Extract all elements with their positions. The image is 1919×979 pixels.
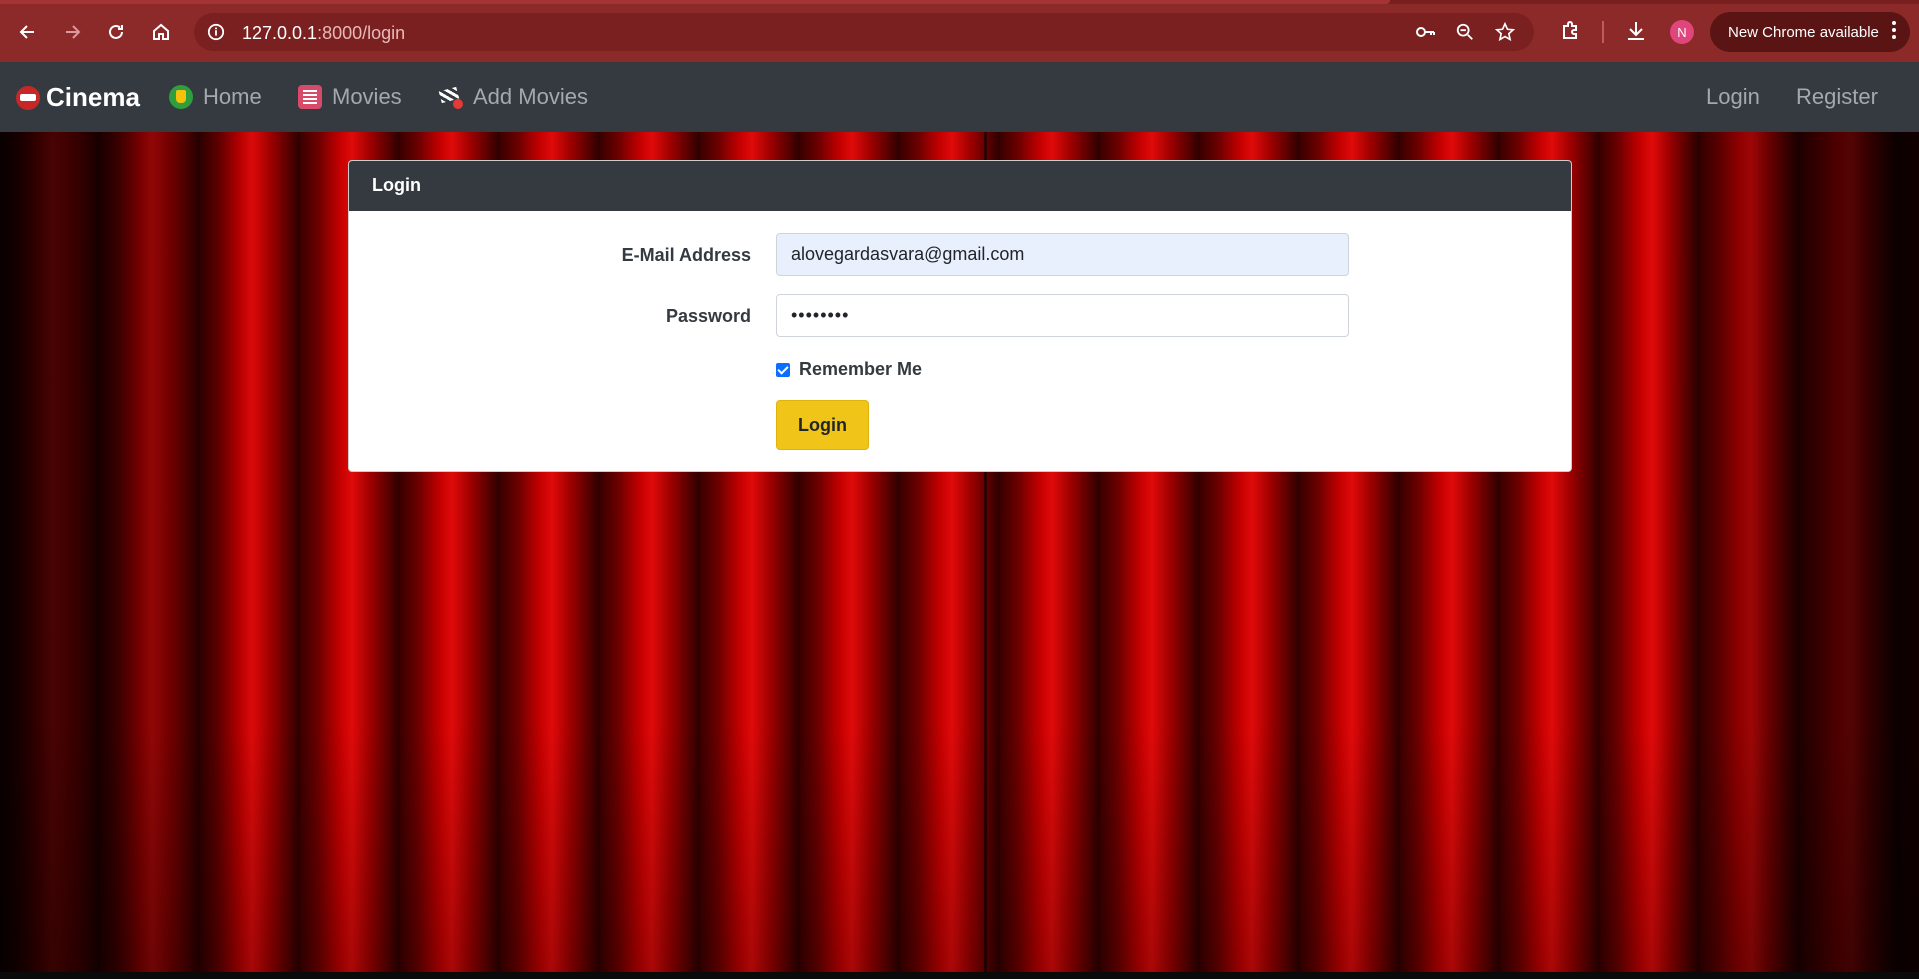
nav-add-movies-link[interactable]: Add Movies	[439, 84, 588, 110]
login-card: Login E-Mail Address alovegardasvara@gma…	[348, 160, 1572, 472]
bookmark-star-icon[interactable]	[1494, 21, 1516, 43]
url-host: 127.0.0.1	[242, 23, 318, 43]
download-icon[interactable]	[1623, 18, 1649, 44]
remember-me-row[interactable]: Remember Me	[776, 359, 922, 380]
extensions-icon[interactable]	[1558, 18, 1584, 44]
film-list-icon	[298, 85, 322, 109]
bottom-edge	[0, 972, 1919, 979]
login-submit-button[interactable]: Login	[776, 400, 869, 450]
popcorn-icon	[169, 85, 193, 109]
email-field[interactable]: alovegardasvara@gmail.com	[776, 233, 1349, 276]
arrow-right-icon	[66, 25, 81, 39]
password-key-icon[interactable]	[1414, 21, 1436, 43]
remember-me-checkbox[interactable]	[776, 362, 790, 377]
forward-button[interactable]	[54, 14, 90, 50]
reload-icon	[109, 24, 123, 39]
brand-link[interactable]: Cinema	[16, 82, 140, 113]
url-path: :8000/login	[317, 23, 406, 43]
reload-button[interactable]	[98, 14, 134, 50]
main-navbar: Cinema Home Movies Add Movies Login Regi…	[0, 62, 1919, 132]
nav-home-label: Home	[203, 84, 262, 109]
home-button[interactable]	[143, 14, 179, 50]
login-card-title: Login	[349, 161, 1571, 211]
password-field[interactable]: ••••••••	[776, 294, 1349, 337]
clapperboard-add-icon	[439, 85, 463, 109]
toolbar-divider	[1602, 21, 1604, 43]
chrome-update-button[interactable]: New Chrome available	[1710, 12, 1910, 52]
nav-home-link[interactable]: Home	[169, 84, 262, 110]
remember-me-label[interactable]: Remember Me	[799, 359, 922, 380]
email-label: E-Mail Address	[621, 245, 751, 265]
curtain-shadow-right	[1659, 132, 1919, 979]
active-tab-edge	[0, 0, 1390, 4]
home-icon	[153, 23, 169, 40]
nav-add-movies-label: Add Movies	[473, 84, 588, 109]
site-info-icon[interactable]	[204, 20, 228, 44]
nav-login-link[interactable]: Login	[1706, 84, 1760, 110]
address-bar[interactable]: 127.0.0.1:8000/login	[194, 13, 1534, 51]
nav-movies-label: Movies	[332, 84, 402, 109]
update-label: New Chrome available	[1728, 23, 1879, 41]
url-text[interactable]: 127.0.0.1:8000/login	[242, 23, 405, 44]
brand-name: Cinema	[46, 82, 140, 112]
nav-register-link[interactable]: Register	[1796, 84, 1878, 110]
browser-toolbar: 127.0.0.1:8000/login N New Chrome availa…	[0, 0, 1919, 62]
nav-movies-link[interactable]: Movies	[298, 84, 402, 110]
back-button[interactable]	[10, 14, 46, 50]
kebab-menu-icon[interactable]	[1892, 21, 1896, 42]
arrow-left-icon	[19, 25, 34, 39]
cinema-logo-icon	[16, 85, 40, 110]
profile-avatar[interactable]: N	[1670, 20, 1694, 44]
password-label: Password	[665, 306, 751, 326]
zoom-icon[interactable]	[1454, 21, 1476, 43]
curtain-shadow-left	[0, 132, 260, 979]
